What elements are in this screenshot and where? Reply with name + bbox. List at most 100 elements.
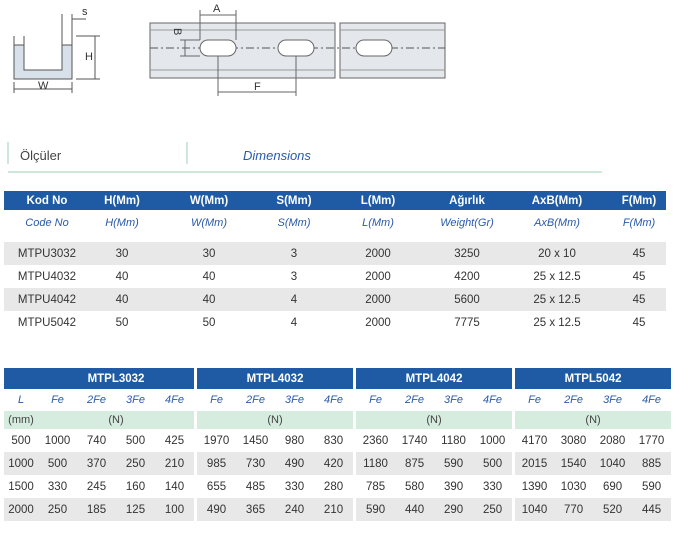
subcol-header: 3Fe: [603, 394, 623, 406]
subcol-header: 2Fe: [87, 394, 106, 406]
load-value: 830: [323, 434, 344, 447]
load-value: 490: [275, 452, 315, 475]
l-value: 1000: [4, 452, 38, 475]
load-value: 730: [236, 452, 276, 475]
table-cell: 25 x 12.5: [533, 316, 581, 329]
group-header: MTPL4032: [197, 368, 354, 389]
table-cell: 25 x 12.5: [502, 288, 612, 311]
col-header: W(Mm): [154, 191, 264, 210]
table-cell: 4: [264, 288, 324, 311]
dim-label-s: s: [82, 6, 88, 18]
load-value: 1450: [242, 434, 269, 447]
table-cell: 4200: [454, 270, 480, 283]
subcol-header: 2Fe: [564, 394, 584, 406]
table-cell: MTPU3032: [4, 242, 90, 265]
table-cell: 40: [115, 270, 129, 283]
load-value: 330: [482, 480, 503, 493]
channel-diagram: s H W A B F: [13, 3, 446, 96]
dim-label-w: W: [38, 80, 49, 92]
load-value: 330: [284, 480, 305, 493]
subcol-header: 2Fe: [246, 394, 265, 406]
table-cell: 50: [202, 316, 216, 329]
load-table: MTPL3032 MTPL4032 MTPL4042 MTPL5042 L Fe 2Fe 3F…: [4, 368, 672, 521]
load-value: 500: [473, 452, 513, 475]
load-value: 980: [284, 434, 305, 447]
load-header-row: MTPL3032 MTPL4032 MTPL4042 MTPL5042: [4, 368, 672, 389]
dim-label-a: A: [213, 3, 221, 15]
load-value: 245: [86, 480, 107, 493]
dim-label-f: F: [254, 81, 261, 93]
load-value: 985: [197, 452, 237, 475]
table-cell: 50: [115, 316, 129, 329]
unit-mm: (mm): [4, 411, 38, 429]
unit-n: (N): [356, 411, 513, 429]
load-value: 390: [443, 480, 464, 493]
unit-n: (N): [38, 411, 195, 429]
col-header: S(Mm): [264, 191, 324, 210]
load-value: 160: [125, 480, 146, 493]
subcol-header: 4Fe: [165, 394, 184, 406]
section-title-en: Dimensions: [243, 148, 311, 163]
load-value: 250: [38, 498, 77, 521]
table-cell: 2000: [365, 316, 391, 329]
table-cell: 3250: [432, 242, 502, 265]
table-cell: 25 x 12.5: [533, 270, 581, 283]
table-cell: 40: [202, 270, 216, 283]
table-cell: 45: [612, 242, 666, 265]
load-value: 1180: [356, 452, 396, 475]
group-header: MTPL4042: [356, 368, 513, 389]
subcol-header: Fe: [210, 394, 223, 406]
col-subheader: Code No: [25, 217, 69, 229]
table-cell: MTPU4042: [4, 288, 90, 311]
load-value: 1740: [401, 434, 428, 447]
table-cell: 30: [154, 242, 264, 265]
l-value: 500: [11, 434, 31, 447]
l-header: L: [17, 394, 25, 406]
dimensions-subheader-row: Code No H(Mm) W(Mm) S(Mm) L(Mm) Weight(G…: [4, 210, 666, 236]
l-value: 1500: [8, 480, 34, 493]
table-cell: 2000: [365, 270, 391, 283]
header-spacer: [4, 368, 38, 389]
load-value: 1040: [515, 498, 555, 521]
load-value: 365: [236, 498, 276, 521]
table-cell: MTPU4032: [17, 270, 77, 283]
load-value: 520: [593, 498, 633, 521]
table-row: MTPU5042 50 50 4 2000 7775 25 x 12.5 45: [4, 311, 666, 334]
subcol-header: 3Fe: [285, 394, 304, 406]
load-value: 210: [155, 452, 195, 475]
load-value: 785: [365, 480, 386, 493]
load-value: 2015: [515, 452, 555, 475]
load-value: 250: [116, 452, 155, 475]
load-value: 500: [125, 434, 146, 447]
load-value: 445: [632, 498, 672, 521]
col-subheader: W(Mm): [190, 217, 228, 229]
load-value: 440: [395, 498, 435, 521]
load-value: 100: [155, 498, 195, 521]
table-cell: 7775: [454, 316, 480, 329]
col-subheader: Weight(Gr): [440, 217, 494, 229]
load-value: 1040: [593, 452, 633, 475]
load-value: 290: [434, 498, 474, 521]
load-value: 580: [404, 480, 425, 493]
subcol-header: 3Fe: [126, 394, 145, 406]
subcol-header: 4Fe: [642, 394, 662, 406]
col-subheader: H(Mm): [105, 217, 139, 229]
load-value: 655: [206, 480, 227, 493]
load-value: 590: [356, 498, 396, 521]
load-value: 2080: [599, 434, 626, 447]
load-value: 280: [323, 480, 344, 493]
subcol-header: Fe: [51, 394, 64, 406]
load-value: 250: [473, 498, 513, 521]
l-value: 2000: [4, 498, 38, 521]
dimensions-table: Kod No H(Mm) W(Mm) S(Mm) L(Mm) Ağırlık A…: [4, 191, 666, 334]
subcol-header: Fe: [528, 394, 541, 406]
load-value: 210: [314, 498, 354, 521]
table-row: 2000 250 185 125 100 490 365 240 210 590 440 290 250…: [4, 498, 672, 521]
load-value: 1970: [203, 434, 230, 447]
load-value: 740: [86, 434, 107, 447]
load-value: 4170: [521, 434, 548, 447]
table-cell: 45: [612, 288, 666, 311]
dimensions-header-row: Kod No H(Mm) W(Mm) S(Mm) L(Mm) Ağırlık A…: [4, 191, 666, 210]
load-unit-row: (mm) (N) (N) (N) (N): [4, 411, 672, 429]
load-value: 770: [554, 498, 594, 521]
